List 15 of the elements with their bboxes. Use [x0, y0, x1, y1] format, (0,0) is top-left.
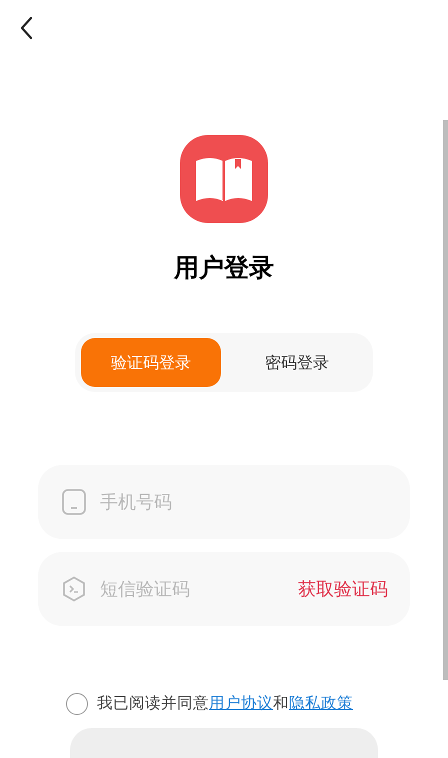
book-logo-icon — [180, 135, 268, 223]
agreement-link[interactable]: 隐私政策 — [289, 694, 353, 712]
phone-icon — [62, 489, 86, 515]
message-code-icon — [62, 576, 86, 602]
phone-field[interactable]: 手机号码 — [38, 465, 410, 539]
code-field[interactable]: 短信验证码 获取验证码 — [38, 552, 410, 626]
get-code-button[interactable]: 获取验证码 — [298, 576, 388, 602]
page-title: 用户登录 — [172, 253, 275, 283]
login-tab[interactable]: 验证码登录 — [81, 338, 221, 387]
phone-input[interactable]: 手机号码 — [100, 488, 388, 516]
login-tab[interactable]: 密码登录 — [227, 338, 367, 387]
agreement-text: 我已阅读并同意用户协议和隐私政策 — [97, 693, 353, 714]
agree-checkbox[interactable] — [66, 692, 88, 715]
agreement-link[interactable]: 用户协议 — [209, 694, 273, 712]
code-input[interactable]: 短信验证码 — [100, 576, 284, 602]
